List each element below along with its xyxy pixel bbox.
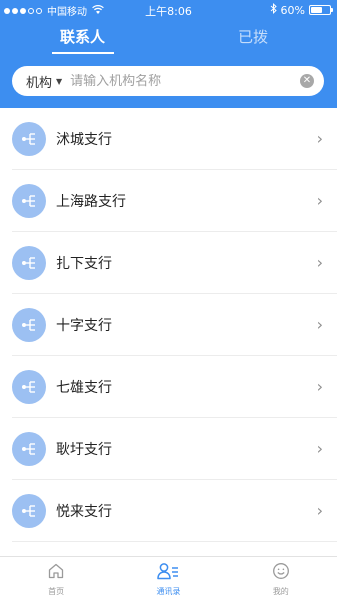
- org-tree-icon: [12, 431, 46, 466]
- status-bar: 中国移动 上午8:06 60%: [0, 0, 337, 20]
- nav-profile-label: 我的: [272, 587, 289, 596]
- org-tree-icon: [12, 245, 46, 280]
- battery-percent: 60%: [280, 3, 305, 17]
- list-item[interactable]: 十字支行 ›: [12, 294, 337, 356]
- chevron-right-icon: ›: [316, 501, 323, 520]
- chevron-right-icon: ›: [316, 439, 323, 458]
- org-tree-icon: [12, 369, 46, 404]
- search-filter-label: 机构: [26, 75, 53, 91]
- org-tree-icon: [12, 183, 46, 218]
- search-filter-dropdown[interactable]: 机构 ▼: [26, 72, 62, 91]
- org-tree-icon: [12, 493, 46, 528]
- bluetooth-icon: [270, 3, 277, 17]
- status-right: 60%: [270, 3, 333, 17]
- chevron-right-icon: ›: [316, 377, 323, 396]
- nav-home-label: 首页: [48, 587, 65, 596]
- tab-active-indicator: [52, 52, 114, 54]
- branch-name: 悦来支行: [56, 503, 112, 520]
- nav-home[interactable]: 首页: [0, 557, 112, 600]
- org-tree-icon: [12, 307, 46, 342]
- search-bar: 机构 ▼ ✕: [12, 66, 324, 96]
- list-item[interactable]: 七雄支行 ›: [12, 356, 337, 418]
- list-item[interactable]: 上海路支行 ›: [12, 170, 337, 232]
- battery-icon: [309, 5, 333, 15]
- branch-name: 七雄支行: [56, 379, 112, 396]
- org-tree-icon: [12, 121, 46, 156]
- caret-down-icon: ▼: [56, 76, 63, 86]
- chevron-right-icon: ›: [316, 253, 323, 272]
- list-item[interactable]: 沭城支行 ›: [12, 108, 337, 170]
- top-tabs: 联系人 已拨: [0, 26, 337, 54]
- chevron-right-icon: ›: [316, 191, 323, 210]
- home-icon: [47, 562, 65, 584]
- chevron-right-icon: ›: [316, 129, 323, 148]
- profile-icon: [272, 562, 290, 584]
- branch-name: 十字支行: [56, 317, 112, 334]
- branch-list: 沭城支行 › 上海路支行 › 扎下支行 › 十字支行 › 七雄支行 › 耿圩支行…: [0, 108, 337, 542]
- clear-icon[interactable]: ✕: [300, 74, 314, 88]
- branch-name: 上海路支行: [56, 193, 126, 210]
- list-item[interactable]: 扎下支行 ›: [12, 232, 337, 294]
- nav-contacts-label: 通讯录: [156, 587, 181, 596]
- search-input[interactable]: [70, 73, 300, 89]
- branch-name: 沭城支行: [56, 131, 112, 148]
- nav-profile[interactable]: 我的: [225, 557, 337, 600]
- branch-name: 扎下支行: [56, 255, 112, 272]
- nav-contacts[interactable]: 通讯录: [112, 557, 224, 600]
- list-item[interactable]: 耿圩支行 ›: [12, 418, 337, 480]
- list-item[interactable]: 悦来支行 ›: [12, 480, 337, 542]
- chevron-right-icon: ›: [316, 315, 323, 334]
- contacts-icon: [157, 562, 179, 584]
- app-header: 中国移动 上午8:06 60% 联系人 已拨 机构 ▼ ✕: [0, 0, 337, 108]
- tab-dialed[interactable]: 已拨: [238, 26, 268, 47]
- battery-fill: [311, 7, 322, 13]
- tab-contacts[interactable]: 联系人: [60, 26, 105, 47]
- branch-name: 耿圩支行: [56, 441, 112, 458]
- bottom-tab-bar: 首页 通讯录 我的: [0, 556, 337, 600]
